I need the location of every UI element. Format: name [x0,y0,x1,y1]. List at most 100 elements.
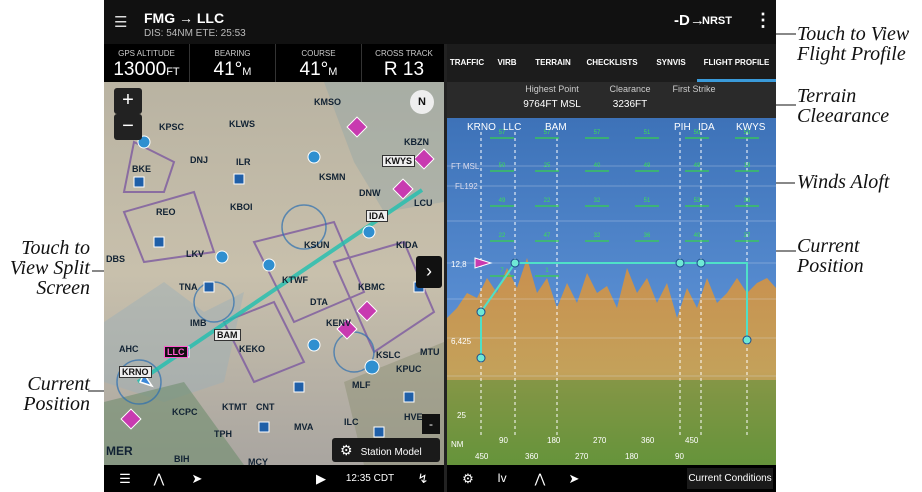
distance-tick-label: 180 [625,452,639,461]
data-field-bearing[interactable]: BEARING 41°M [190,44,276,82]
current-conditions-button[interactable]: Current Conditions [687,468,773,489]
top-bar: ☰ FMG → LLC DIS: 54NM ETE: 25:53 -D→ NRS… [104,0,776,44]
data-field-strip: GPS ALTITUDE 13000FT BEARING 41°M COURSE… [104,44,446,82]
north-arrow-icon[interactable]: N [410,90,434,114]
waypoint-llc[interactable]: LLC [164,346,188,358]
profile-waypoint-ida[interactable]: IDA [698,122,715,133]
map-label-kpsc: KPSC [159,122,185,132]
profile-waypoint-pih[interactable]: PIH [674,122,691,133]
track-up-icon[interactable]: ➤ [559,468,589,489]
layers-icon[interactable]: ☰ [110,468,140,489]
split-screen-button[interactable]: › [416,256,442,288]
route-waypoint-dot[interactable] [476,353,486,363]
route-title[interactable]: FMG → LLC [144,10,224,26]
wind-value: 32 [594,233,601,239]
distance-tick-label: 90 [675,452,684,461]
profile-waypoint-kwys[interactable]: KWYS [736,122,765,133]
distance-tick-label: 90 [499,436,508,445]
distance-tick-label: 450 [685,436,699,445]
map-label-kbzn: KBZN [404,137,429,147]
callout-current-position-left: Current Position [23,373,90,415]
distance-tick-label: 270 [593,436,607,445]
map-label-keko: KEKO [239,344,266,354]
callout-flight-profile: Touch to View Flight Profile [797,23,910,65]
vertical-scale-button[interactable]: Iv [487,468,517,489]
waypoint-ida[interactable]: IDA [366,210,388,222]
waypoint-bam[interactable]: BAM [214,329,241,341]
zoom-out-button[interactable]: − [114,114,142,140]
wind-value: 40 [694,233,701,239]
moving-map[interactable]: + − N KWYS IDA BAM LLC KRNO KBMC KENV KP… [104,82,444,465]
map-label-ahc: AHC [119,344,139,354]
profile-icon[interactable]: ⋀ [144,468,174,489]
highest-point-value: 9764FT MSL [523,99,581,110]
map-label-bke: DNJ [190,155,209,165]
waypoint-krno[interactable]: KRNO [119,366,152,378]
callout-terrain-clearance: Terrain Cleearance [797,85,890,127]
map-label-tph: TPH [214,429,232,439]
distance-tick-label: 270 [575,452,589,461]
direct-to-icon[interactable]: -D→ [674,12,705,29]
map-label-imb: BKE [132,164,152,174]
wind-value: 49 [499,198,506,204]
collapse-profile-icon[interactable]: - [422,414,440,434]
screenshot-stage: Touch to View Flight Profile Terrain Cleea… [0,0,922,492]
map-label-ktwf: KTWF [282,275,308,285]
tab-synvis[interactable]: SYNVIS [645,44,697,82]
profile-waypoint-bam[interactable]: BAM [545,122,567,133]
track-up-icon[interactable]: ➤ [182,468,212,489]
profile-waypoint-krno[interactable]: KRNO [467,122,496,133]
nrst-button[interactable]: NRST [702,15,732,27]
map-label-ktmt: KTMT [222,402,247,412]
wind-value: 51 [644,198,651,204]
distance-tick-label: 450 [475,452,489,461]
tab-checklists[interactable]: CHECKLISTS [579,44,645,82]
tab-flight-profile[interactable]: FLIGHT PROFILE [697,44,776,82]
map-label-kmso: KMSO [314,97,341,107]
zoom-in-button[interactable]: + [114,88,142,114]
route-waypoint-dot[interactable] [742,335,752,345]
map-label-ksun: KSUN [304,240,330,250]
route-waypoint-dot[interactable] [476,307,486,317]
menu-icon[interactable]: ☰ [114,13,127,31]
map-label-kboi: KBOI [230,202,253,212]
tab-virb[interactable]: VIRB [487,44,527,82]
route-waypoint-dot[interactable] [510,258,520,268]
wind-value: 47 [544,233,551,239]
weather-time[interactable]: 12:35 CDT [336,468,404,489]
data-field-course[interactable]: COURSE 41°M [276,44,362,82]
data-field-gps-altitude[interactable]: GPS ALTITUDE 13000FT [104,44,190,82]
map-label-mtu: MTU [420,347,440,357]
clearance-value: 3236FT [612,99,648,110]
data-field-cross-track[interactable]: CROSS TRACK R 13 [362,44,446,82]
profile-waypoint-llc[interactable]: LLC [503,122,521,133]
distance-tick-label: 180 [547,436,561,445]
data-field-label: BEARING [214,49,251,58]
tab-bar: TRAFFIC VIRB TERRAIN CHECKLISTS SYNVIS F… [447,44,776,82]
play-icon[interactable]: ▶ [308,468,334,489]
distance-ete: DIS: 54NM ETE: 25:53 [144,28,246,39]
wind-value: 49 [694,163,701,169]
altitude-label-fl192: FL192 [455,182,478,191]
data-field-label: COURSE [301,49,336,58]
profile-icon[interactable]: ⋀ [525,468,555,489]
profile-summary: Highest Point 9764FT MSL Clearance 3236F… [447,82,776,118]
map-label-ksmn: KSMN [319,172,346,182]
tab-terrain[interactable]: TERRAIN [527,44,579,82]
route-waypoint-dot[interactable] [696,258,706,268]
station-model-button[interactable]: ⚙ Station Model [332,438,440,462]
waypoint-kwys[interactable]: KWYS [382,155,415,167]
tab-traffic[interactable]: TRAFFIC [447,44,487,82]
vertical-profile-view[interactable]: 57 57 57 51 50 50 50 25 40 49 49 19 49 22 32 51 53 38 22 47… [447,118,776,465]
route-waypoint-dot[interactable] [675,258,685,268]
map-label-tna: IMB [190,318,207,328]
gear-icon[interactable]: ⚙ [453,468,483,489]
map-label-dbs: DNW [359,188,381,198]
map-label-kslc: KSLC [376,350,401,360]
map-label-kenv: KENV [326,318,352,328]
wind-value: 40 [594,163,601,169]
lightning-icon[interactable]: ↯ [408,468,438,489]
wind-value: 25 [544,163,551,169]
more-vertical-icon[interactable]: ⋮ [754,10,772,31]
map-bottom-bar: ☰ ⋀ ➤ ▶ 12:35 CDT ↯ [104,465,444,492]
